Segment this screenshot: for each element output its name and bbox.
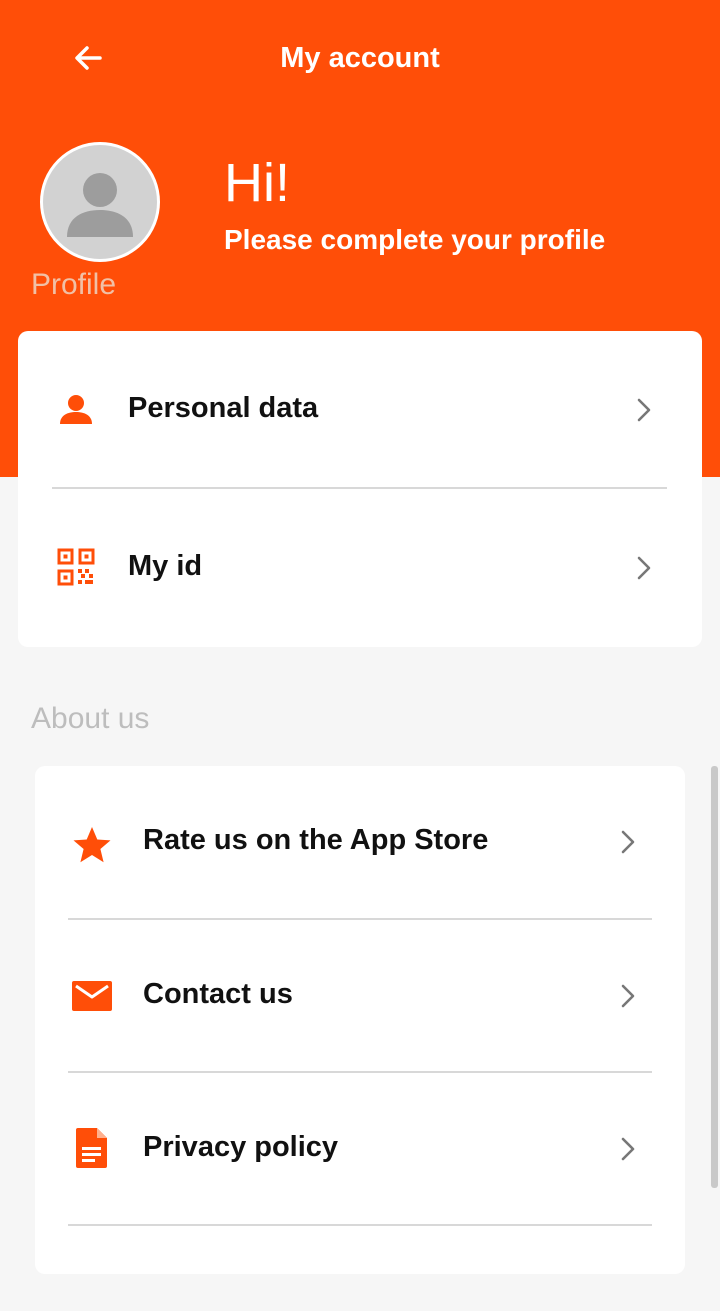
about-card: Rate us on the App Store Contact us Priv… xyxy=(35,766,685,1274)
divider xyxy=(68,1224,652,1226)
menu-item-contact-us[interactable]: Contact us xyxy=(35,920,685,1072)
avatar[interactable] xyxy=(40,142,160,262)
qr-code-icon xyxy=(52,543,100,591)
scrollbar[interactable] xyxy=(711,766,718,1188)
complete-profile-text: Please complete your profile xyxy=(224,224,606,255)
person-placeholder-icon xyxy=(43,145,157,259)
profile-label: Profile xyxy=(31,268,117,301)
account-card: Personal data My id xyxy=(18,331,702,647)
page-title: My account xyxy=(280,42,440,74)
person-icon xyxy=(52,386,100,434)
menu-item-my-id[interactable]: My id xyxy=(18,489,702,647)
chevron-right-icon xyxy=(616,826,640,858)
menu-item-label: Contact us xyxy=(143,978,293,1010)
menu-item-privacy-policy[interactable]: Privacy policy xyxy=(35,1073,685,1225)
mail-icon xyxy=(68,972,116,1020)
chevron-right-icon xyxy=(632,394,656,426)
chevron-right-icon xyxy=(616,980,640,1012)
chevron-right-icon xyxy=(616,1133,640,1165)
menu-item-label: Privacy policy xyxy=(143,1131,339,1163)
menu-item-label: Personal data xyxy=(128,392,319,424)
menu-item-label: Rate us on the App Store xyxy=(143,824,489,856)
chevron-right-icon xyxy=(632,552,656,584)
menu-item-label: My id xyxy=(128,550,203,582)
document-icon xyxy=(68,1124,116,1172)
section-title-about: About us xyxy=(31,702,150,735)
menu-item-personal-data[interactable]: Personal data xyxy=(18,331,702,488)
menu-item-rate-us[interactable]: Rate us on the App Store xyxy=(35,766,685,918)
star-icon xyxy=(68,821,116,869)
greeting-text: Hi! xyxy=(224,153,290,213)
